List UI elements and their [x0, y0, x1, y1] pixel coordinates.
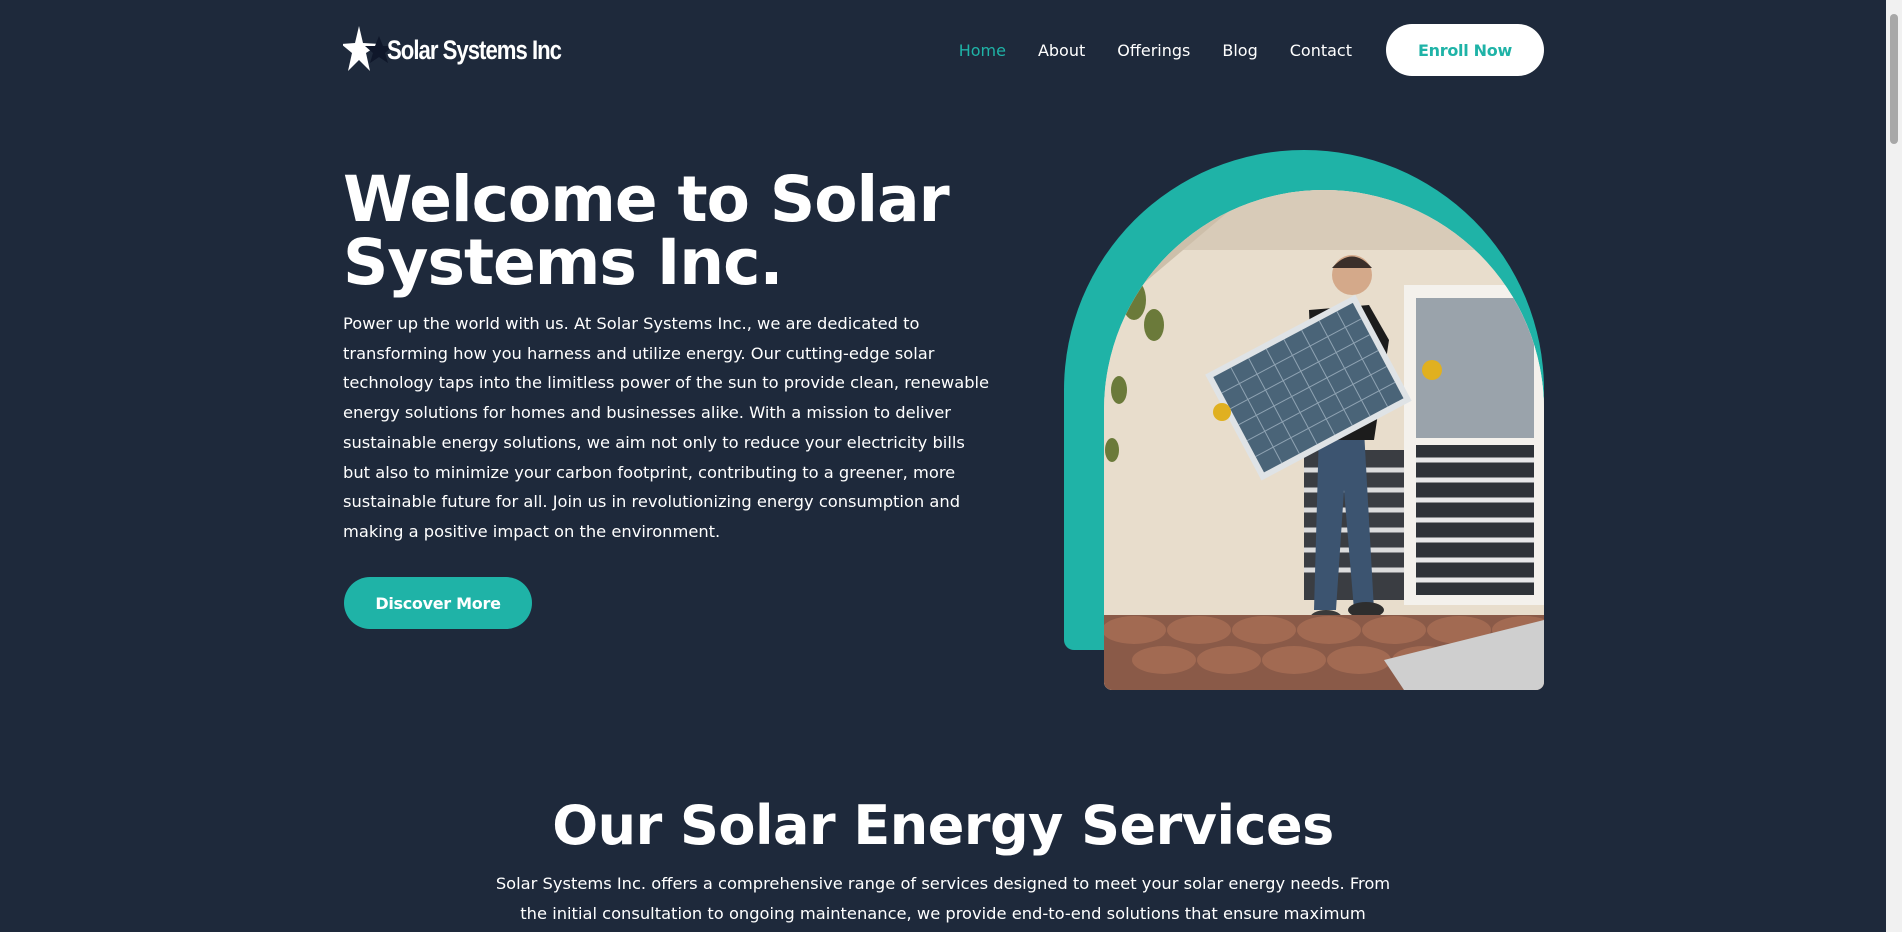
logo[interactable]: Solar Systems Inc — [343, 24, 599, 76]
nav-link-home[interactable]: Home — [959, 41, 1006, 60]
hero-description: Power up the world with us. At Solar Sys… — [343, 314, 990, 541]
page: Solar Systems Inc Home About Offerings B… — [0, 0, 1886, 932]
services-description: Solar Systems Inc. offers a comprehensiv… — [495, 874, 1391, 923]
hero-title: Welcome to Solar Systems Inc. — [343, 163, 950, 299]
services-title: Our Solar Energy Services — [552, 794, 1334, 857]
scrollbar-thumb[interactable] — [1890, 14, 1898, 144]
nav-link-contact[interactable]: Contact — [1290, 41, 1352, 60]
logo-text: Solar Systems Inc — [387, 34, 562, 65]
discover-more-button[interactable]: Discover More — [344, 577, 532, 629]
main-nav: Home About Offerings Blog Contact — [959, 20, 1352, 80]
enroll-now-button[interactable]: Enroll Now — [1386, 24, 1544, 76]
solar-installer-illustration — [1104, 190, 1544, 690]
site-header: Solar Systems Inc Home About Offerings B… — [343, 20, 1544, 80]
nav-link-offerings[interactable]: Offerings — [1117, 41, 1190, 60]
nav-link-about[interactable]: About — [1038, 41, 1085, 60]
nav-link-blog[interactable]: Blog — [1222, 41, 1257, 60]
page-scrollbar[interactable] — [1886, 0, 1902, 932]
hero-image — [1104, 190, 1544, 690]
